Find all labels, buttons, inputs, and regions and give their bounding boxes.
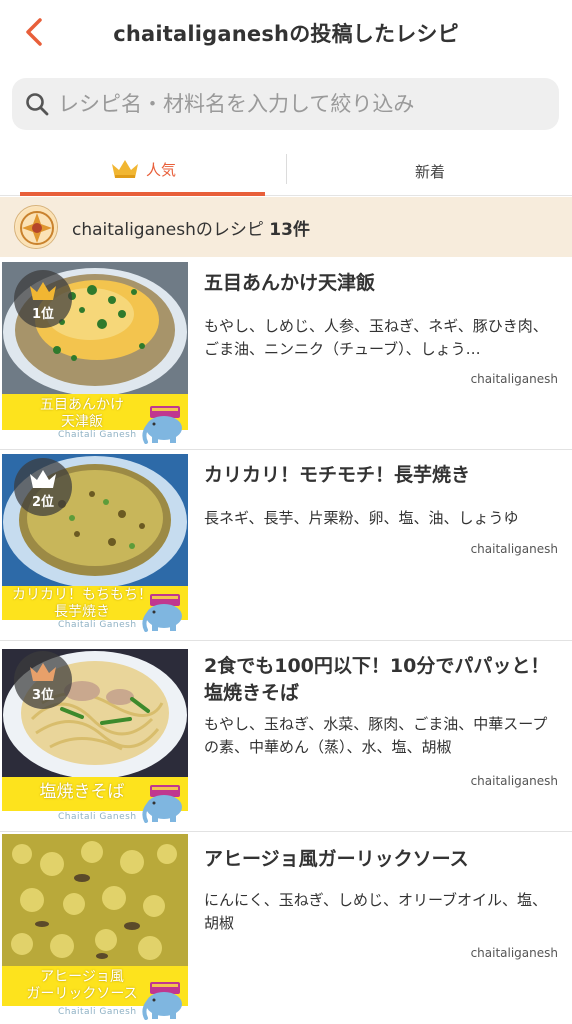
tab-new-label: 新着 bbox=[415, 163, 446, 181]
thumbnail-caption-text: アヒージョ風 ガーリックソース bbox=[26, 969, 138, 1002]
thumbnail-credit-text: Chaitali Ganesh bbox=[58, 812, 137, 822]
thumbnail-credit-text: Chaitali Ganesh bbox=[58, 620, 137, 630]
recipe-thumbnail[interactable]: 2位 カリカリ！もちもち！ 長芋焼き Chaitali Ganesh bbox=[2, 454, 188, 634]
recipe-photo-ajillo-garlic-sauce bbox=[2, 834, 188, 966]
recipe-thumbnail[interactable]: アヒージョ風 ガーリックソース Chaitali Ganesh bbox=[2, 834, 188, 1022]
tab-new[interactable]: 新着 bbox=[286, 150, 572, 196]
elephant-icon bbox=[142, 982, 182, 1020]
avatar[interactable] bbox=[14, 205, 58, 249]
recipe-count: 13件 bbox=[269, 220, 310, 240]
recipe-title[interactable]: アヒージョ風ガーリックソース bbox=[204, 846, 554, 873]
recipe-title[interactable]: 2食でも100円以下！10分でパパッと！塩焼きそば bbox=[204, 653, 554, 707]
elephant-icon bbox=[142, 785, 182, 823]
thumbnail-caption-text: カリカリ！もちもち！ 長芋焼き bbox=[12, 587, 152, 620]
mandala-avatar-icon bbox=[16, 207, 57, 248]
back-button[interactable] bbox=[20, 14, 50, 50]
recipe-ingredients: 長ネギ、長芋、片栗粉、卵、塩、油、しょうゆ bbox=[204, 509, 519, 527]
banner-text: chaitaliganeshのレシピ 13件 bbox=[72, 215, 310, 240]
tab-popular[interactable]: 人気 bbox=[0, 150, 286, 196]
elephant-icon bbox=[142, 594, 182, 632]
recipe-thumbnail[interactable]: 3位 塩焼きそば Chaitali Ganesh bbox=[2, 649, 188, 827]
tab-bar: 人気 新着 bbox=[0, 150, 572, 196]
recipe-ingredients: もやし、玉ねぎ、水菜、豚肉、ごま油、中華スープの素、中華めん（蒸）、水、塩、胡椒 bbox=[204, 715, 548, 756]
recipe-count-banner: chaitaliganeshのレシピ 13件 bbox=[0, 197, 572, 257]
recipe-ingredients: もやし、しめじ、人参、玉ねぎ、ネギ、豚ひき肉、ごま油、ニンニク（チューブ）、しょ… bbox=[204, 317, 548, 358]
crown-icon bbox=[30, 470, 56, 488]
search-input[interactable] bbox=[58, 78, 548, 130]
thumbnail-credit-text: Chaitali Ganesh bbox=[58, 1007, 137, 1017]
chevron-left-icon bbox=[26, 18, 42, 46]
tab-popular-label: 人気 bbox=[146, 160, 177, 179]
rank-label: 1位 bbox=[31, 307, 55, 322]
recipe-title[interactable]: カリカリ！モチモチ！長芋焼き bbox=[204, 462, 554, 489]
recipe-card[interactable]: 3位 塩焼きそば Chaitali Ganesh 2食でも100円以下！10分で… bbox=[0, 641, 572, 832]
recipe-thumbnail[interactable]: 1位 五目あんかけ 天津飯 Chaitali Ganesh bbox=[2, 262, 188, 444]
rank-label: 3位 bbox=[31, 688, 55, 703]
recipe-author[interactable]: chaitaliganesh bbox=[471, 946, 558, 960]
crown-icon bbox=[112, 160, 138, 178]
recipe-author[interactable]: chaitaliganesh bbox=[471, 774, 558, 788]
thumbnail-caption-text: 五目あんかけ 天津飯 bbox=[40, 397, 124, 430]
top-nav-bar: chaitaliganeshの投稿したレシピ bbox=[0, 0, 572, 64]
rank-label: 2位 bbox=[31, 495, 55, 510]
crown-icon bbox=[30, 663, 56, 681]
rank-badge: 3位 bbox=[14, 651, 72, 709]
elephant-icon bbox=[142, 406, 182, 444]
search-icon bbox=[26, 93, 49, 116]
recipe-author[interactable]: chaitaliganesh bbox=[471, 542, 558, 556]
recipe-title[interactable]: 五目あんかけ天津飯 bbox=[204, 270, 554, 297]
search-bar[interactable] bbox=[12, 78, 559, 130]
page-title: chaitaliganeshの投稿したレシピ bbox=[113, 22, 459, 46]
rank-badge: 1位 bbox=[14, 270, 72, 328]
recipe-card[interactable]: アヒージョ風 ガーリックソース Chaitali Ganesh アヒージョ風ガー… bbox=[0, 832, 572, 1024]
thumbnail-caption-text: 塩焼きそば bbox=[39, 782, 125, 802]
recipe-card[interactable]: 1位 五目あんかけ 天津飯 Chaitali Ganesh 五目あんかけ天津飯 … bbox=[0, 258, 572, 450]
crown-icon bbox=[30, 282, 56, 300]
recipe-ingredients: にんにく、玉ねぎ、しめじ、オリーブオイル、塩、胡椒 bbox=[204, 891, 548, 932]
active-tab-indicator bbox=[20, 192, 265, 196]
banner-label: chaitaliganeshのレシピ bbox=[72, 220, 264, 240]
thumbnail-credit-text: Chaitali Ganesh bbox=[58, 430, 137, 440]
recipe-author[interactable]: chaitaliganesh bbox=[471, 372, 558, 386]
rank-badge: 2位 bbox=[14, 458, 72, 516]
recipe-card[interactable]: 2位 カリカリ！もちもち！ 長芋焼き Chaitali Ganesh カリカリ！… bbox=[0, 450, 572, 641]
